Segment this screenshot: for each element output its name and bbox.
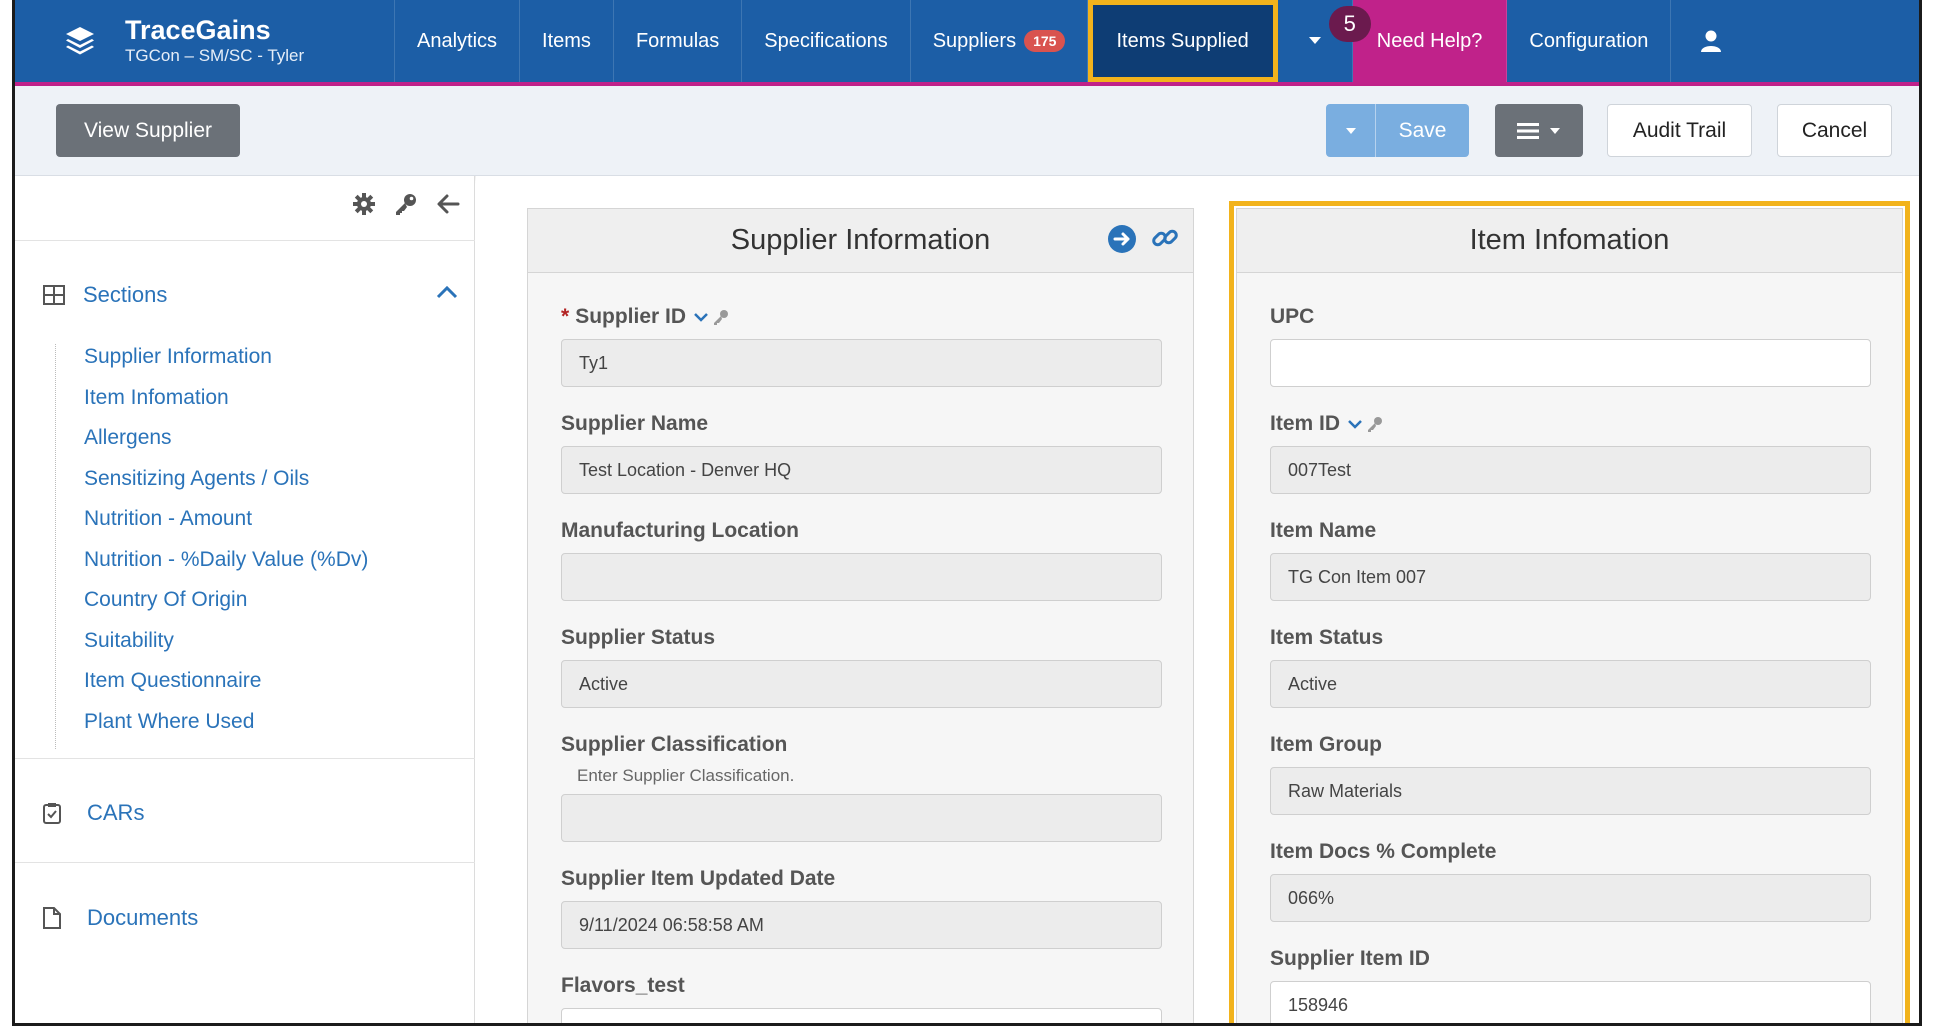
table-icon (43, 285, 65, 305)
save-options-dropdown[interactable] (1326, 104, 1376, 157)
nav-suppliers-label: Suppliers (932, 29, 1017, 52)
caret-down-icon (1550, 127, 1560, 134)
view-supplier-button[interactable]: View Supplier (56, 104, 240, 157)
section-link-nutrition-daily-value[interactable]: Nutrition - %Daily Value (%Dv) (84, 547, 368, 588)
arrow-circle-right-icon[interactable] (1107, 224, 1137, 254)
more-actions-menu-button[interactable] (1495, 104, 1583, 157)
divider (15, 862, 475, 863)
top-navbar: TraceGains TGCon – SM/SC - Tyler Analyti… (15, 0, 1919, 86)
manufacturing-location-label: Manufacturing Location (561, 519, 799, 542)
help-count-badge: 5 (1328, 6, 1371, 42)
document-icon (43, 907, 61, 929)
nav-items-supplied[interactable]: Items Supplied (1088, 0, 1278, 82)
sidebar-tools (352, 192, 460, 216)
nav-items[interactable]: Items (520, 0, 614, 82)
supplier-status-field[interactable]: Active (561, 660, 1162, 708)
nav-specifications[interactable]: Specifications (742, 0, 911, 82)
audit-trail-button[interactable]: Audit Trail (1607, 104, 1752, 157)
divider (15, 240, 475, 241)
divider (15, 758, 475, 759)
required-marker: * (561, 305, 570, 328)
sections-label: Sections (83, 282, 168, 307)
section-link-item-questionnaire[interactable]: Item Questionnaire (84, 668, 368, 709)
supplier-information-panel: Supplier Information * Supplier ID Ty1 S… (527, 208, 1194, 1023)
supplier-classification-help: Enter Supplier Classification. (577, 766, 795, 785)
app-window: TraceGains TGCon – SM/SC - Tyler Analyti… (12, 0, 1922, 1026)
cancel-button[interactable]: Cancel (1777, 104, 1892, 157)
section-link-sensitizing-agents[interactable]: Sensitizing Agents / Oils (84, 466, 368, 507)
supplier-item-updated-date-field[interactable]: 9/11/2024 06:58:58 AM (561, 901, 1162, 949)
cars-label: CARs (87, 800, 145, 825)
sidebar-item-documents[interactable]: Documents (43, 905, 198, 931)
nav-configuration[interactable]: Configuration (1507, 0, 1672, 82)
supplier-classification-field[interactable] (561, 794, 1162, 842)
highlight-box (1229, 201, 1910, 1023)
caret-down-icon (1345, 127, 1356, 134)
documents-label: Documents (87, 905, 199, 930)
supplier-name-field[interactable]: Test Location - Denver HQ (561, 446, 1162, 494)
field-label-text: Supplier ID (575, 305, 687, 328)
suppliers-count-badge: 175 (1024, 30, 1066, 52)
chevron-down-icon[interactable] (694, 312, 708, 322)
nav-need-help[interactable]: 5 Need Help? (1328, 0, 1508, 82)
section-link-allergens[interactable]: Allergens (84, 425, 368, 466)
action-toolbar: View Supplier Save Audit Trail Cancel (15, 86, 1919, 176)
user-icon (1701, 30, 1722, 52)
nav-suppliers[interactable]: Suppliers 175 (911, 0, 1089, 82)
section-link-plant-where-used[interactable]: Plant Where Used (84, 709, 368, 750)
brand[interactable]: TraceGains TGCon – SM/SC - Tyler (15, 0, 395, 82)
sidebar-item-cars[interactable]: CARs (43, 800, 144, 826)
section-link-nutrition-amount[interactable]: Nutrition - Amount (84, 506, 368, 547)
arrow-left-icon[interactable] (436, 192, 460, 216)
flavors-test-field[interactable] (561, 1008, 1162, 1023)
link-icon[interactable] (1151, 224, 1179, 252)
sections-list: Supplier Information Item Infomation All… (55, 344, 368, 749)
supplier-item-updated-date-label: Supplier Item Updated Date (561, 867, 836, 890)
supplier-status-label: Supplier Status (561, 626, 716, 649)
flavors-test-label: Flavors_test (561, 974, 685, 997)
section-link-supplier-information[interactable]: Supplier Information (84, 344, 368, 385)
need-help-label: Need Help? (1376, 29, 1483, 52)
supplier-name-label: Supplier Name (561, 412, 709, 435)
panel-title: Supplier Information (730, 224, 991, 256)
main-content: Supplier Information * Supplier ID Ty1 S… (476, 176, 1919, 1023)
caret-down-icon (1308, 37, 1321, 44)
hamburger-icon (1517, 122, 1539, 139)
panel-header: Supplier Information (528, 209, 1193, 273)
nav-formulas[interactable]: Formulas (614, 0, 743, 82)
supplier-classification-label: Supplier Classification (561, 733, 788, 756)
brand-subtitle: TGCon – SM/SC - Tyler (125, 46, 305, 65)
section-link-item-infomation[interactable]: Item Infomation (84, 385, 368, 426)
save-button-group[interactable]: Save (1326, 104, 1469, 157)
user-menu[interactable] (1671, 0, 1751, 82)
section-link-country-of-origin[interactable]: Country Of Origin (84, 587, 368, 628)
sections-header[interactable]: Sections (43, 282, 167, 308)
manufacturing-location-field[interactable] (561, 553, 1162, 601)
layers-logo-icon (66, 27, 94, 55)
chevron-up-icon[interactable] (436, 285, 458, 299)
gear-icon[interactable] (352, 192, 376, 216)
left-sidebar: Sections Supplier Information Item Infom… (15, 176, 475, 1023)
save-button[interactable]: Save (1376, 119, 1469, 143)
supplier-id-field[interactable]: Ty1 (561, 339, 1162, 387)
supplier-id-label: * Supplier ID (561, 305, 729, 329)
key-icon[interactable] (394, 192, 418, 216)
brand-title: TraceGains (125, 15, 271, 45)
key-icon (714, 310, 729, 325)
section-link-suitability[interactable]: Suitability (84, 628, 368, 669)
nav-analytics[interactable]: Analytics (395, 0, 521, 82)
clipboard-check-icon (43, 803, 61, 824)
